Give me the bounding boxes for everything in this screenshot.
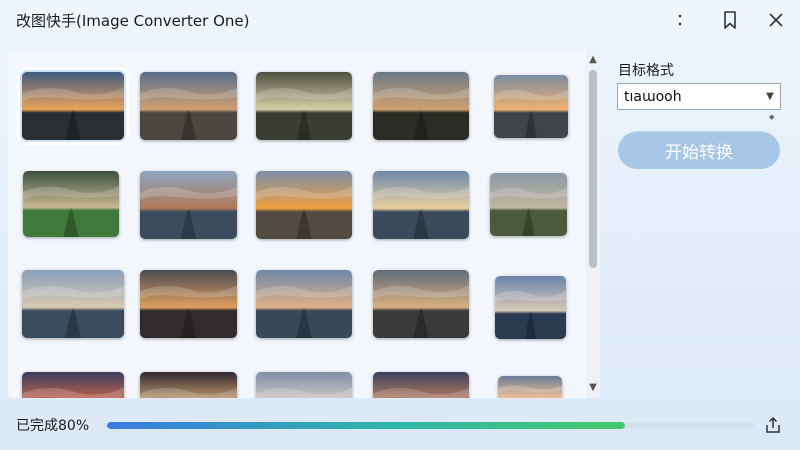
image-thumbnail-coast-figure[interactable]	[373, 171, 469, 239]
start-convert-button[interactable]: 开始转换	[618, 131, 780, 169]
image-thumbnail-dusk-sky[interactable]	[373, 372, 469, 398]
image-thumbnail-alley-car[interactable]	[140, 270, 237, 338]
more-icon[interactable]	[666, 6, 694, 34]
title-bar: 改图快手(Image Converter One)	[0, 0, 800, 40]
target-format-select[interactable]: tıaɯooh ▼	[617, 83, 781, 110]
close-icon[interactable]	[762, 6, 790, 34]
image-thumbnail-beach-tent[interactable]	[256, 171, 352, 239]
target-format-label: 目标格式	[618, 63, 674, 79]
scroll-up-icon[interactable]: ▲	[586, 52, 600, 66]
image-thumbnail-sunset-road[interactable]	[17, 67, 129, 145]
scroll-thumb[interactable]	[589, 70, 597, 268]
bookmark-icon[interactable]	[716, 6, 744, 34]
chevron-down-icon[interactable]: ▼	[760, 91, 780, 102]
progress-bar-fill	[107, 422, 626, 429]
image-thumbnail-lake-figure[interactable]	[22, 270, 124, 338]
resize-handle-icon: ◆	[769, 113, 775, 121]
image-thumbnail-meadow-tent[interactable]	[23, 171, 119, 237]
target-format-value: tıaɯooh	[624, 88, 682, 105]
progress-bar	[107, 422, 755, 429]
image-thumbnail-skyline[interactable]	[498, 376, 562, 398]
window-title: 改图快手(Image Converter One)	[16, 12, 250, 30]
image-thumbnail-forest-path[interactable]	[373, 72, 469, 140]
image-thumbnail-stone-tiles[interactable]	[256, 72, 352, 140]
image-thumbnail-shore-figure[interactable]	[256, 270, 352, 338]
image-thumbnail-mountain-lake[interactable]	[140, 171, 237, 239]
share-icon[interactable]	[764, 416, 782, 434]
image-thumbnail-calm-lake[interactable]	[495, 276, 566, 339]
image-thumbnail-city-street[interactable]	[494, 75, 568, 138]
image-thumbnail-boardwalk-dusk[interactable]	[140, 72, 237, 140]
progress-status-text: 已完成80%	[16, 418, 90, 434]
image-thumbnail-wet-road[interactable]	[373, 270, 469, 338]
image-thumbnail-field-path[interactable]	[490, 173, 567, 236]
image-gallery: ▲ ▼	[8, 50, 600, 398]
image-thumbnail-starburst[interactable]	[140, 372, 237, 398]
gallery-scrollbar[interactable]: ▲ ▼	[586, 50, 600, 398]
scroll-down-icon[interactable]: ▼	[586, 380, 600, 394]
image-thumbnail-sunset-sky[interactable]	[22, 372, 124, 398]
image-thumbnail-cloud-sky[interactable]	[256, 372, 352, 398]
